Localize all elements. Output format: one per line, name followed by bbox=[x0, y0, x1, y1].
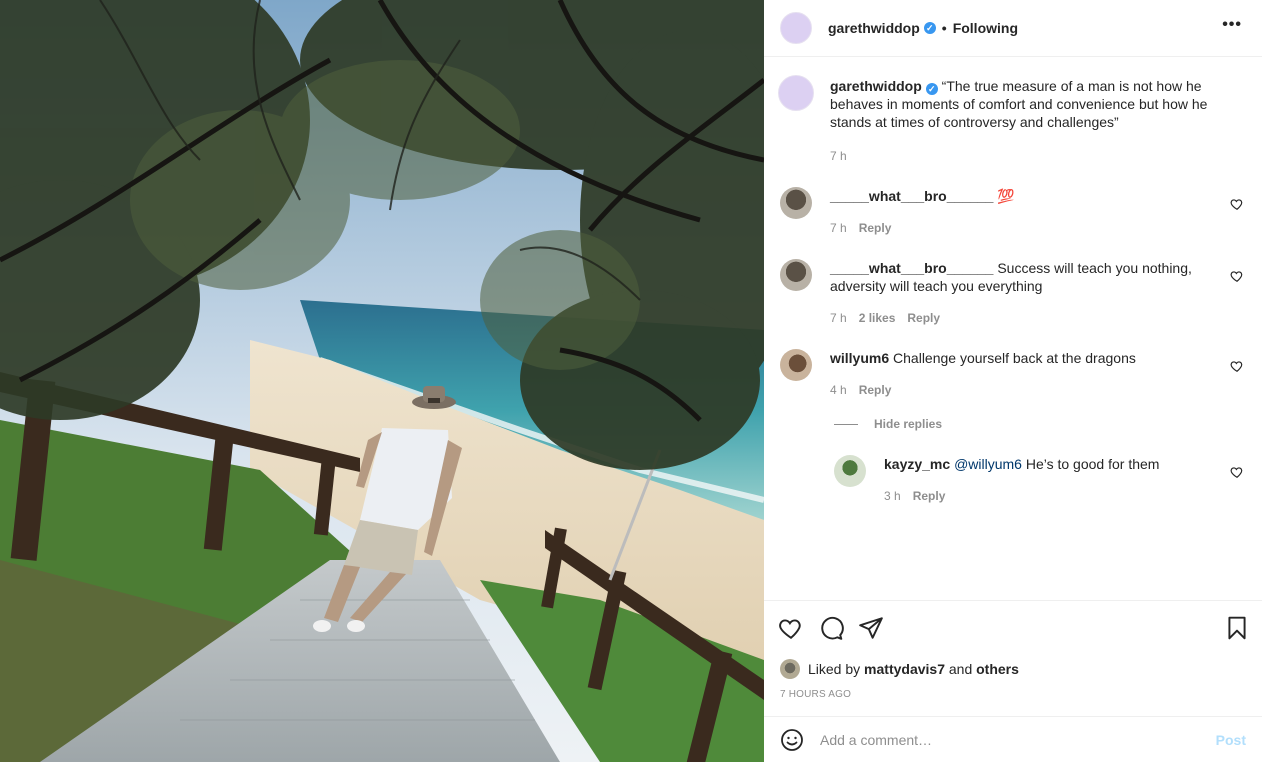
share-icon[interactable] bbox=[858, 615, 884, 641]
comment-item: _____what___bro______ Success will teach… bbox=[780, 259, 1246, 329]
likes-summary: Liked by mattydavis7 and others bbox=[780, 659, 1019, 679]
post-side-panel: garethwiddop ✓ • Following ••• garethwid… bbox=[764, 0, 1262, 762]
caption-time[interactable]: 7 h bbox=[830, 149, 847, 163]
post-comment-button[interactable]: Post bbox=[1216, 732, 1246, 748]
comment-time[interactable]: 7 h bbox=[830, 311, 847, 325]
caption: garethwiddop ✓ “The true measure of a man… bbox=[778, 75, 1246, 167]
caption-author-avatar[interactable] bbox=[778, 75, 814, 111]
comment-item: _____what___bro______ 💯 7 h Reply bbox=[780, 187, 1246, 237]
hide-replies-button[interactable]: Hide replies bbox=[834, 417, 942, 431]
caption-meta: 7 h bbox=[830, 149, 847, 163]
reply-item: kayzy_mc @willyum6 He’s to good for them… bbox=[834, 455, 1246, 505]
replier-avatar[interactable] bbox=[834, 455, 866, 487]
comment-composer: Post bbox=[764, 716, 1262, 762]
comment-text: 💯 bbox=[997, 188, 1015, 204]
reply-mention-link[interactable]: @willyum6 bbox=[954, 456, 1022, 472]
like-comment-heart-icon[interactable] bbox=[1230, 465, 1244, 479]
heart-icon[interactable] bbox=[778, 615, 804, 641]
comment-icon[interactable] bbox=[818, 615, 844, 641]
following-button[interactable]: Following bbox=[953, 20, 1018, 36]
like-comment-heart-icon[interactable] bbox=[1230, 269, 1244, 283]
post-actions: Liked by mattydavis7 and others 7 HOURS … bbox=[764, 600, 1262, 716]
reply-time[interactable]: 3 h bbox=[884, 489, 901, 503]
post-timestamp[interactable]: 7 HOURS AGO bbox=[780, 689, 851, 700]
likes-and: and bbox=[948, 661, 973, 677]
comment-text-block: _____what___bro______ 💯 bbox=[830, 187, 1220, 205]
post-photo[interactable] bbox=[0, 0, 764, 762]
emoji-icon[interactable] bbox=[780, 728, 804, 752]
comment-author[interactable]: _____what___bro______ bbox=[830, 260, 993, 276]
reply-text: He’s to good for them bbox=[1025, 456, 1160, 472]
more-options-icon[interactable]: ••• bbox=[1222, 17, 1242, 33]
reply-button[interactable]: Reply bbox=[907, 311, 940, 325]
hide-replies-label: Hide replies bbox=[874, 417, 943, 431]
reply-button[interactable]: Reply bbox=[859, 221, 892, 235]
comment-meta: 7 h Reply bbox=[830, 221, 891, 235]
caption-text-block: garethwiddop ✓ “The true measure of a man… bbox=[830, 77, 1246, 131]
post-header: garethwiddop ✓ • Following ••• bbox=[764, 0, 1262, 57]
separator-dot: • bbox=[941, 20, 947, 36]
like-comment-heart-icon[interactable] bbox=[1230, 197, 1244, 211]
comment-meta: 7 h 2 likes Reply bbox=[830, 311, 940, 325]
liker-avatar[interactable] bbox=[780, 659, 800, 679]
like-comment-heart-icon[interactable] bbox=[1230, 359, 1244, 373]
comment-text: Challenge yourself back at the dragons bbox=[893, 350, 1136, 366]
comments-list[interactable]: garethwiddop ✓ “The true measure of a man… bbox=[764, 57, 1262, 600]
reply-meta: 3 h Reply bbox=[884, 489, 945, 503]
reply-text-block: kayzy_mc @willyum6 He’s to good for them bbox=[884, 455, 1220, 473]
likes-others-link[interactable]: others bbox=[976, 661, 1019, 677]
author-username[interactable]: garethwiddop bbox=[828, 20, 920, 36]
comment-time[interactable]: 7 h bbox=[830, 221, 847, 235]
verified-badge-icon: ✓ bbox=[923, 22, 936, 34]
reply-button[interactable]: Reply bbox=[859, 383, 892, 397]
commenter-avatar[interactable] bbox=[780, 349, 812, 381]
liker-username[interactable]: mattydavis7 bbox=[864, 661, 945, 677]
add-comment-input[interactable] bbox=[820, 731, 1216, 748]
bookmark-icon[interactable] bbox=[1224, 615, 1250, 641]
comment-meta: 4 h Reply bbox=[830, 383, 891, 397]
comment-text-block: _____what___bro______ Success will teach… bbox=[830, 259, 1220, 295]
commenter-avatar[interactable] bbox=[780, 259, 812, 291]
comment-author[interactable]: _____what___bro______ bbox=[830, 188, 993, 204]
commenter-avatar[interactable] bbox=[780, 187, 812, 219]
author-avatar[interactable] bbox=[780, 12, 812, 44]
caption-author[interactable]: garethwiddop bbox=[830, 78, 922, 94]
comment-author[interactable]: willyum6 bbox=[830, 350, 889, 366]
comment-likes-count[interactable]: 2 likes bbox=[859, 311, 896, 325]
likes-prefix: Liked by bbox=[808, 661, 861, 677]
comment-time[interactable]: 4 h bbox=[830, 383, 847, 397]
comment-item: willyum6 Challenge yourself back at the … bbox=[780, 349, 1246, 399]
reply-author[interactable]: kayzy_mc bbox=[884, 456, 950, 472]
comment-text-block: willyum6 Challenge yourself back at the … bbox=[830, 349, 1220, 367]
hide-replies-line bbox=[834, 423, 858, 425]
beach-scene-image bbox=[0, 0, 764, 762]
verified-badge-icon: ✓ bbox=[925, 83, 938, 95]
reply-button[interactable]: Reply bbox=[913, 489, 946, 503]
